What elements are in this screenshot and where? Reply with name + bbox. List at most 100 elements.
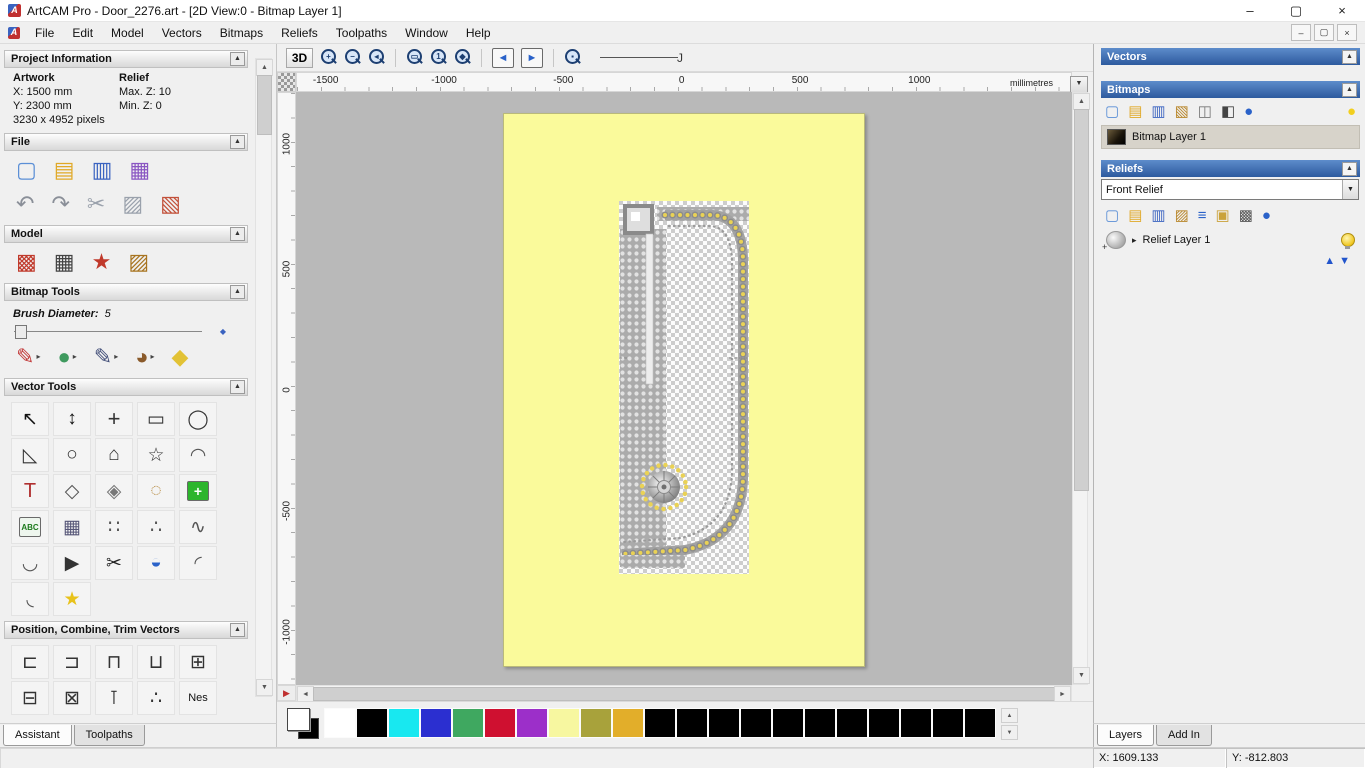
palette-swatch[interactable] [516, 708, 548, 738]
view-overview-icon[interactable]: ▶ [277, 685, 296, 701]
palette-swatch[interactable] [804, 708, 836, 738]
minimize-button[interactable]: – [1227, 0, 1273, 21]
move-layer-down-icon[interactable]: ▼ [1339, 256, 1350, 267]
brush-diameter-slider[interactable]: ◆ [14, 324, 226, 339]
primary-secondary-colour-well[interactable] [287, 708, 319, 739]
undo-icon[interactable]: ↶ [16, 193, 34, 215]
zoom-in-icon[interactable]: + [320, 49, 337, 66]
bitmap-layer-row[interactable]: Bitmap Layer 1 [1101, 125, 1360, 149]
ruler-corner-icon[interactable] [277, 72, 296, 92]
rectangle-tool-icon[interactable]: ▭ [137, 402, 175, 436]
polygon-tool-icon[interactable]: ⌂ [95, 438, 133, 472]
arc-fit-icon[interactable]: ◡ [11, 546, 49, 580]
zoom-objects-icon[interactable]: ▪ [564, 49, 581, 66]
palette-swatch[interactable] [836, 708, 868, 738]
wrap-text-icon[interactable]: ABC [11, 510, 49, 544]
units-dropdown-icon[interactable]: ▼ [1070, 76, 1088, 93]
vector-doctor-icon[interactable]: ★ [53, 582, 91, 616]
palette-swatch[interactable] [740, 708, 772, 738]
collapse-icon[interactable]: ▲ [230, 227, 245, 241]
palette-swatch[interactable] [772, 708, 804, 738]
fillet-arc-icon[interactable]: ◟ [11, 582, 49, 616]
paint-tool-icon[interactable]: ✎ ▸ [16, 346, 40, 368]
transform-vectors-icon[interactable]: + [95, 402, 133, 436]
palette-scroll-up-icon[interactable]: ▲ [1001, 708, 1018, 723]
open-bitmap-layer-icon[interactable]: ▤ [1128, 104, 1142, 119]
vectors-panel-header[interactable]: Vectors ▲ [1101, 48, 1360, 65]
palette-swatch[interactable] [580, 708, 612, 738]
combine-weld-icon[interactable]: ⊟ [11, 681, 49, 715]
text-on-curve-icon[interactable]: ◌ [137, 474, 175, 508]
zoom-fit-icon[interactable]: ◆ [454, 49, 471, 66]
save-relief-layer-icon[interactable]: ▥ [1151, 208, 1165, 223]
palette-swatch[interactable] [708, 708, 740, 738]
new-bitmap-layer-icon[interactable]: ▢ [1105, 104, 1119, 119]
offset-vectors-icon[interactable]: ◈ [95, 474, 133, 508]
ellipse-tool-icon[interactable]: ○ [53, 438, 91, 472]
node-editing-icon[interactable]: ↕ [53, 402, 91, 436]
palette-swatch[interactable] [612, 708, 644, 738]
align-right-icon[interactable]: ⊐ [53, 645, 91, 679]
tab-add-in[interactable]: Add In [1156, 725, 1212, 746]
scroll-down-icon[interactable]: ▼ [256, 679, 273, 696]
block-paste-icon[interactable]: + [179, 474, 217, 508]
palette-swatch[interactable] [964, 708, 996, 738]
draw-tool-icon[interactable]: ✎ ▸ [94, 346, 118, 368]
new-relief-layer-icon[interactable]: ▢ [1105, 208, 1119, 223]
palette-swatch[interactable] [932, 708, 964, 738]
relief-layer-row[interactable]: ▸ Relief Layer 1 [1101, 229, 1360, 252]
paste-icon[interactable]: ▧ [160, 193, 181, 215]
palette-scroll-down-icon[interactable]: ▼ [1001, 725, 1018, 740]
arc-tool-icon[interactable]: ◠ [179, 438, 217, 472]
collapse-icon[interactable]: ▲ [230, 135, 245, 149]
horizontal-scrollbar[interactable]: ◄ ► [296, 685, 1072, 703]
pan-left-icon[interactable]: ◄ [492, 47, 514, 68]
zoom-box-icon[interactable]: ▭ [406, 49, 423, 66]
align-bottom-icon[interactable]: ⊔ [137, 645, 175, 679]
palette-swatch[interactable] [452, 708, 484, 738]
close-button[interactable]: × [1319, 0, 1365, 21]
palette-swatch[interactable] [644, 708, 676, 738]
model-preview-icon[interactable]: ▦ [54, 251, 75, 273]
nesting-icon[interactable]: Nes [179, 681, 217, 715]
switch-3d-view-button[interactable]: 3D [286, 47, 313, 68]
align-center-icon[interactable]: ⊞ [179, 645, 217, 679]
measure-tool-icon[interactable]: ◇ [53, 474, 91, 508]
scroll-up-icon[interactable]: ▲ [256, 59, 273, 76]
fit-curve-icon[interactable]: ∿ [179, 510, 217, 544]
assistant-scrollbar[interactable]: ▲ ▼ [255, 58, 273, 697]
model-texture-icon[interactable]: ▨ [128, 251, 149, 273]
collapse-icon[interactable]: ▲ [230, 623, 245, 637]
collapse-icon[interactable]: ▲ [1342, 82, 1357, 97]
menu-toolpaths[interactable]: Toolpaths [327, 23, 396, 43]
expander-icon[interactable]: ▸ [1132, 235, 1137, 246]
palette-swatch[interactable] [900, 708, 932, 738]
palette-swatch[interactable] [484, 708, 516, 738]
menu-window[interactable]: Window [396, 23, 457, 43]
mdi-minimize-button[interactable]: – [1291, 24, 1311, 41]
fillet-tool-icon[interactable]: ◜ [179, 546, 217, 580]
move-layer-up-icon[interactable]: ▲ [1324, 256, 1335, 267]
menu-file[interactable]: File [26, 23, 63, 43]
polyline-tool-icon[interactable]: ◺ [11, 438, 49, 472]
bitmap-visibility-bulb-icon[interactable]: ● [1347, 104, 1356, 119]
save-bitmap-layer-icon[interactable]: ▥ [1151, 104, 1165, 119]
palette-swatch[interactable] [388, 708, 420, 738]
copy-icon[interactable]: ▨ [122, 193, 143, 215]
model-section-header[interactable]: Model ▲ [4, 225, 248, 243]
import-model-icon[interactable]: ▦ [129, 159, 150, 181]
redo-icon[interactable]: ↷ [51, 193, 69, 215]
bitmaps-panel-header[interactable]: Bitmaps ▲ [1101, 81, 1360, 98]
scrollbar-thumb[interactable] [257, 75, 272, 135]
menu-bitmaps[interactable]: Bitmaps [211, 23, 272, 43]
tab-toolpaths[interactable]: Toolpaths [73, 725, 145, 746]
duplicate-relief-icon[interactable]: ▨ [1175, 208, 1189, 223]
star-tool-icon[interactable]: ☆ [137, 438, 175, 472]
primary-colour[interactable] [287, 708, 310, 731]
collapse-icon[interactable]: ▲ [230, 380, 245, 394]
drawing-canvas[interactable] [296, 92, 1072, 685]
model-sheet[interactable] [503, 113, 865, 667]
collapse-icon[interactable]: ▲ [1342, 161, 1357, 176]
zoom-1to1-icon[interactable]: 1 [430, 49, 447, 66]
menu-help[interactable]: Help [457, 23, 500, 43]
